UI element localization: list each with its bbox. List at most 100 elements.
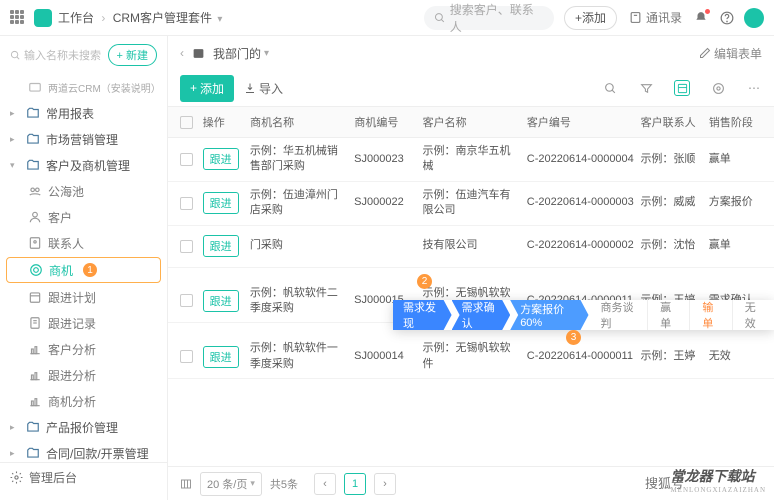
sidebar-label: 商机 bbox=[49, 262, 73, 279]
row-checkbox[interactable] bbox=[180, 350, 193, 363]
page-size-select[interactable]: 20 条/页 ▾ bbox=[200, 472, 262, 496]
follow-button[interactable]: 跟进 bbox=[203, 235, 239, 257]
sidebar-item-13[interactable]: ▸合同/回款/开票管理 bbox=[0, 440, 167, 462]
stage-4[interactable]: 赢单 bbox=[648, 300, 690, 330]
sidebar-label: 公海池 bbox=[48, 183, 84, 200]
col-custno[interactable]: 客户编号 bbox=[527, 114, 641, 130]
row-checkbox[interactable] bbox=[180, 153, 193, 166]
sidebar-item-4[interactable]: 客户 bbox=[0, 204, 167, 230]
follow-button[interactable]: 跟进 bbox=[203, 148, 239, 170]
sidebar-item-truncated[interactable]: 两道云CRM（安装说明） bbox=[0, 74, 167, 100]
cell-name: 示例：伍迪漳州门店采购 bbox=[250, 188, 354, 219]
topbar: 工作台 › CRM客户管理套件 ▾ 搜索客户、联系人 + 添加 通讯录 bbox=[0, 0, 774, 36]
plan-icon bbox=[28, 290, 42, 304]
contact-icon bbox=[28, 236, 42, 250]
row-checkbox[interactable] bbox=[180, 197, 193, 210]
stage-6[interactable]: 无效 bbox=[733, 300, 774, 330]
chevron-icon: ▸ bbox=[10, 422, 20, 433]
sidebar-item-11[interactable]: 商机分析 bbox=[0, 388, 167, 414]
stage-2[interactable]: 方案报价 60% bbox=[510, 300, 588, 330]
admin-link[interactable]: 管理后台 bbox=[0, 462, 167, 492]
more-icon[interactable]: ⋯ bbox=[746, 80, 762, 96]
row-checkbox[interactable] bbox=[180, 294, 193, 307]
chevron-down-icon[interactable]: ▾ bbox=[217, 14, 222, 25]
col-contact[interactable]: 客户联系人 bbox=[641, 114, 709, 130]
target-icon bbox=[29, 263, 43, 277]
page-prev[interactable]: ‹ bbox=[314, 473, 336, 495]
stage-1[interactable]: 需求确认 bbox=[452, 300, 511, 330]
stage-3[interactable]: 商务谈判 bbox=[589, 300, 649, 330]
col-code[interactable]: 商机编号 bbox=[354, 114, 422, 130]
columns-icon[interactable] bbox=[180, 478, 192, 490]
chart-icon bbox=[28, 342, 42, 356]
table-row[interactable]: 跟进示例：伍迪漳州门店采购SJ000022示例：伍迪汽车有限公司C-202206… bbox=[168, 182, 774, 226]
page-1[interactable]: 1 bbox=[344, 473, 366, 495]
sidebar-item-7[interactable]: 跟进计划 bbox=[0, 284, 167, 310]
cell-name: 示例：帆软软件一季度采购 bbox=[250, 341, 354, 372]
follow-button[interactable]: 跟进 bbox=[203, 192, 239, 214]
help-icon[interactable] bbox=[720, 11, 734, 25]
follow-button[interactable]: 跟进 bbox=[203, 290, 239, 312]
contacts-link[interactable]: 通讯录 bbox=[629, 9, 682, 26]
bc-workbench[interactable]: 工作台 bbox=[58, 11, 94, 25]
sidebar-label: 跟进计划 bbox=[48, 289, 96, 306]
col-stage[interactable]: 销售阶段 bbox=[709, 114, 762, 130]
notifications-icon[interactable] bbox=[694, 11, 708, 25]
filter-icon[interactable] bbox=[638, 80, 654, 96]
book-icon bbox=[629, 11, 642, 24]
sidebar-item-3[interactable]: 公海池 bbox=[0, 178, 167, 204]
search-icon[interactable] bbox=[602, 80, 618, 96]
cell-name: 门采购 bbox=[250, 238, 354, 253]
col-name[interactable]: 商机名称 bbox=[250, 114, 354, 130]
sidebar-label: 跟进记录 bbox=[48, 315, 96, 332]
sidebar-label: 产品报价管理 bbox=[46, 419, 118, 436]
stage-0[interactable]: 需求发现 bbox=[393, 300, 452, 330]
table-row[interactable]: 跟进示例：华五机械销售部门采购SJ000023示例：南京华五机械C-202206… bbox=[168, 138, 774, 182]
cell-stage: 方案报价 bbox=[709, 195, 762, 210]
col-cust[interactable]: 客户名称 bbox=[423, 114, 527, 130]
gear-icon bbox=[10, 471, 23, 484]
app-logo[interactable] bbox=[34, 9, 52, 27]
sidebar-label: 常用报表 bbox=[46, 105, 94, 122]
sidebar-item-1[interactable]: ▸市场营销管理 bbox=[0, 126, 167, 152]
settings-icon[interactable] bbox=[710, 80, 726, 96]
cell-name: 示例：华五机械销售部门采购 bbox=[250, 144, 354, 175]
edit-form-link[interactable]: 编辑表单 bbox=[699, 45, 762, 62]
sidebar-item-9[interactable]: 客户分析 bbox=[0, 336, 167, 362]
checkbox-all[interactable] bbox=[180, 116, 193, 129]
collapse-sidebar-icon[interactable]: ‹ bbox=[180, 46, 184, 60]
sidebar-item-12[interactable]: ▸ 产品报价管理 bbox=[0, 414, 167, 440]
table-row[interactable]: 跟进门采购技有限公司C-20220614-0000002示例：沈怡赢单 bbox=[168, 226, 774, 268]
upload-icon bbox=[244, 82, 256, 94]
dept-select[interactable]: 我部门的▾ bbox=[213, 45, 269, 62]
sidebar-item-0[interactable]: ▸ 常用报表 bbox=[0, 100, 167, 126]
avatar[interactable] bbox=[744, 8, 764, 28]
add-button[interactable]: + 添加 bbox=[180, 75, 234, 102]
chevron-icon: ▸ bbox=[10, 108, 20, 119]
chevron-icon: ▾ bbox=[10, 160, 20, 171]
bc-suite[interactable]: CRM客户管理套件 bbox=[113, 11, 212, 25]
new-button[interactable]: + 新建 bbox=[108, 44, 157, 66]
cell-custno: C-20220614-0000002 bbox=[527, 238, 641, 253]
table-row[interactable]: 跟进示例：帆软软件一季度采购SJ000014示例：无锡帆软软件C-2022061… bbox=[168, 335, 774, 379]
page-next[interactable]: › bbox=[374, 473, 396, 495]
chart-icon bbox=[28, 394, 42, 408]
sidebar-search[interactable]: 输入名称未搜索 bbox=[10, 47, 102, 63]
sidebar-item-2[interactable]: ▾客户及商机管理 bbox=[0, 152, 167, 178]
sidebar-item-6[interactable]: 商机1 bbox=[6, 257, 161, 283]
view-card-icon[interactable] bbox=[674, 80, 690, 96]
global-search[interactable]: 搜索客户、联系人 bbox=[424, 6, 554, 30]
follow-button[interactable]: 跟进 bbox=[203, 346, 239, 368]
sidebar-item-10[interactable]: 跟进分析 bbox=[0, 362, 167, 388]
folder-icon bbox=[26, 446, 40, 460]
sidebar-label: 联系人 bbox=[48, 235, 84, 252]
sidebar-item-5[interactable]: 联系人 bbox=[0, 230, 167, 256]
cell-contact: 示例：张顺 bbox=[640, 152, 708, 167]
global-add-button[interactable]: + 添加 bbox=[564, 6, 617, 30]
apps-grid-icon[interactable] bbox=[10, 10, 26, 26]
row-checkbox[interactable] bbox=[180, 240, 193, 253]
sidebar-item-8[interactable]: 跟进记录 bbox=[0, 310, 167, 336]
sidebar-label: 跟进分析 bbox=[48, 367, 96, 384]
import-button[interactable]: 导入 bbox=[244, 80, 283, 97]
stage-5[interactable]: 输单 bbox=[690, 300, 732, 330]
